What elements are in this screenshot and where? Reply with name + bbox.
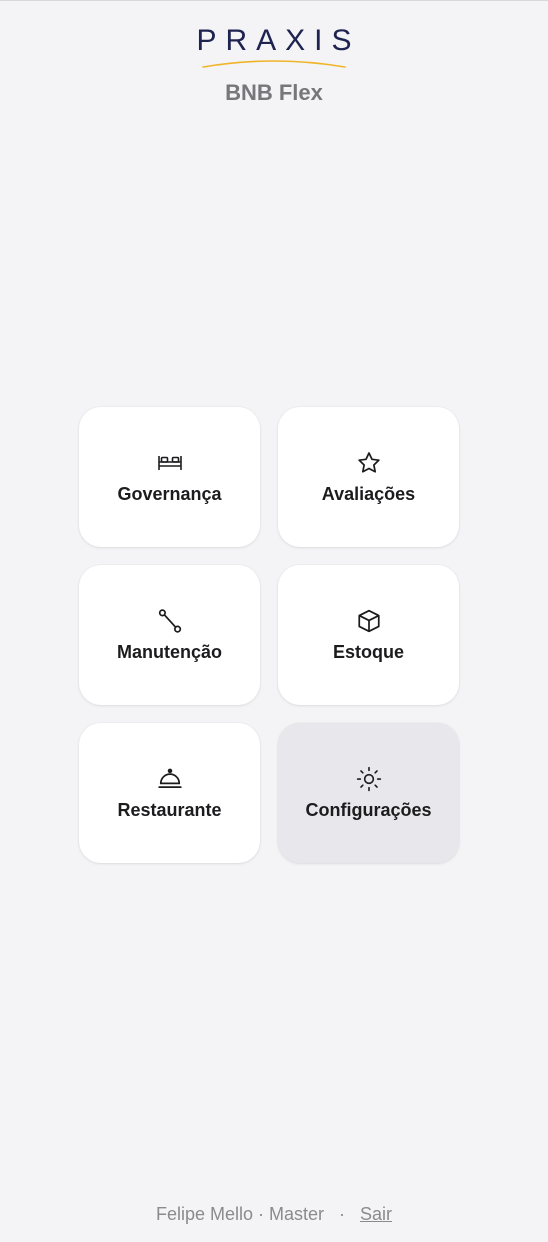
menu-tile-label: Configurações <box>305 799 432 820</box>
logout-link[interactable]: Sair <box>360 1204 392 1224</box>
menu-grid: Governança Avaliações Manutenção Estoque… <box>79 407 460 863</box>
menu-tile-label: Restaurante <box>117 799 222 820</box>
sun-icon <box>356 766 382 792</box>
menu-tile-restaurante[interactable]: Restaurante <box>79 723 260 863</box>
route-icon <box>157 608 183 634</box>
menu-tile-label: Governança <box>117 483 222 504</box>
footer-separator: · <box>339 1204 346 1224</box>
menu-tile-estoque[interactable]: Estoque <box>278 565 459 705</box>
menu-tile-label: Manutenção <box>116 641 222 662</box>
logo-wordmark: PRAXIS <box>196 24 361 57</box>
praxis-logo: PRAXIS <box>0 25 548 69</box>
menu-tile-governanca[interactable]: Governança <box>79 407 260 547</box>
menu-tile-manutencao[interactable]: Manutenção <box>79 565 260 705</box>
cloche-icon <box>157 766 183 792</box>
menu-tile-label: Avaliações <box>321 483 416 504</box>
menu-tile-configuracoes[interactable]: Configurações <box>278 723 459 863</box>
bed-icon <box>157 450 183 476</box>
footer: Felipe Mello · Master · Sair <box>0 1204 548 1225</box>
menu-tile-avaliacoes[interactable]: Avaliações <box>278 407 459 547</box>
box-icon <box>356 608 382 634</box>
logo-arc <box>202 60 346 68</box>
app-title: BNB Flex <box>225 80 323 105</box>
menu-tile-label: Estoque <box>332 641 404 662</box>
user-info: Felipe Mello · Master <box>155 1204 324 1224</box>
star-icon <box>356 450 382 476</box>
